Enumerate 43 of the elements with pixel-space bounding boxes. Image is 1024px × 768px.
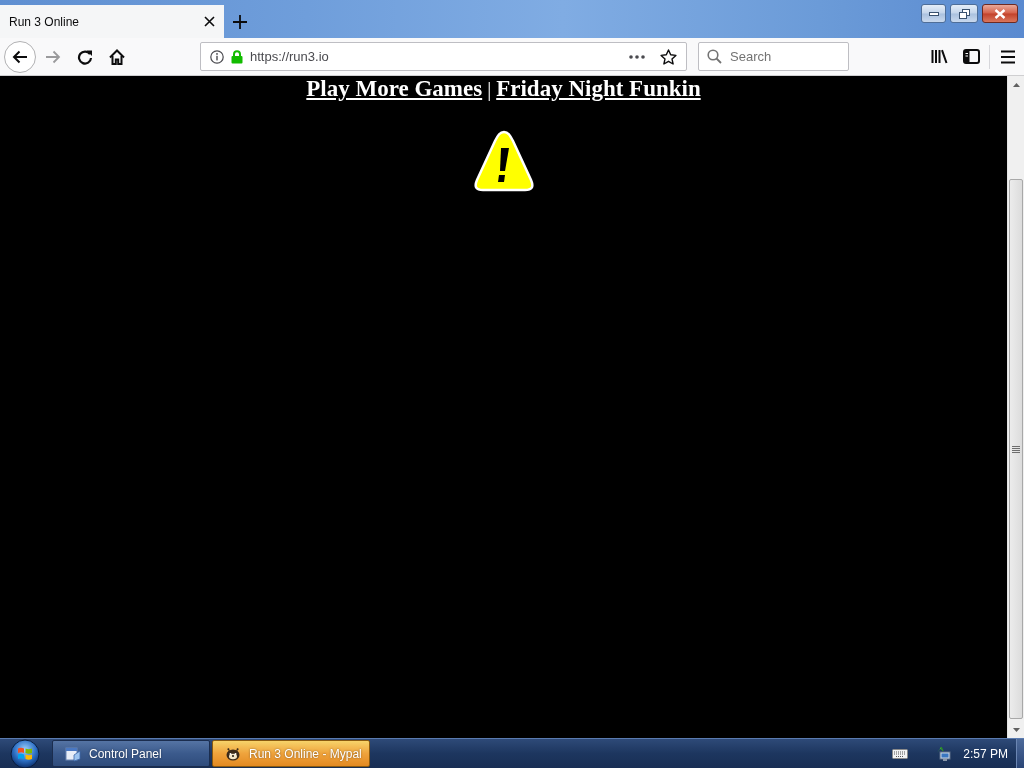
page-link[interactable]: Friday Night Funkin: [496, 76, 701, 102]
grip-icon: [1012, 445, 1020, 453]
back-arrow-icon: [12, 49, 28, 64]
address-bar[interactable]: https://run3.io: [200, 42, 687, 71]
page-link[interactable]: Play More Games: [306, 76, 483, 102]
taskbar-button[interactable]: Control Panel: [52, 740, 210, 767]
reload-icon: [77, 48, 93, 65]
plus-icon: [233, 14, 247, 29]
restore-button[interactable]: [950, 4, 978, 23]
sidebar-icon: [962, 49, 980, 64]
close-icon: [994, 8, 1006, 19]
tab-title: Run 3 Online: [9, 14, 81, 29]
library-icon: [930, 49, 948, 64]
close-icon: [203, 16, 215, 27]
clock[interactable]: 2:57 PM: [963, 746, 1008, 761]
menu-icon: [1000, 49, 1016, 64]
url-text: https://run3.io: [250, 49, 329, 64]
home-icon: [109, 48, 125, 65]
restore-icon: [958, 8, 970, 19]
close-window-button[interactable]: [982, 4, 1018, 23]
search-field[interactable]: Search: [698, 42, 849, 71]
browser-tab[interactable]: Run 3 Online: [0, 5, 224, 38]
link-separator: |: [487, 77, 492, 102]
search-icon: [707, 49, 722, 64]
info-icon: [210, 49, 224, 64]
windows-logo-icon: [10, 738, 40, 768]
lock-icon: [231, 49, 243, 64]
keyboard-icon: [892, 748, 909, 759]
scrollbar-track[interactable]: [1007, 76, 1024, 738]
scrollbar-thumb[interactable]: [1009, 179, 1023, 719]
star-icon: [659, 48, 677, 65]
forward-arrow-icon: [45, 49, 61, 64]
back-button[interactable]: [4, 40, 36, 73]
animal-head-icon: [225, 745, 241, 762]
more-icon: [629, 54, 645, 59]
caret-up-icon: [1012, 82, 1020, 87]
minimize-icon: [928, 11, 939, 16]
warning-icon: [472, 130, 535, 192]
caret-down-icon: [1012, 727, 1020, 732]
window-icon: [65, 745, 81, 762]
show-desktop-button[interactable]: [1016, 739, 1024, 768]
minimize-button[interactable]: [921, 4, 946, 23]
network-icon[interactable]: [936, 745, 953, 762]
